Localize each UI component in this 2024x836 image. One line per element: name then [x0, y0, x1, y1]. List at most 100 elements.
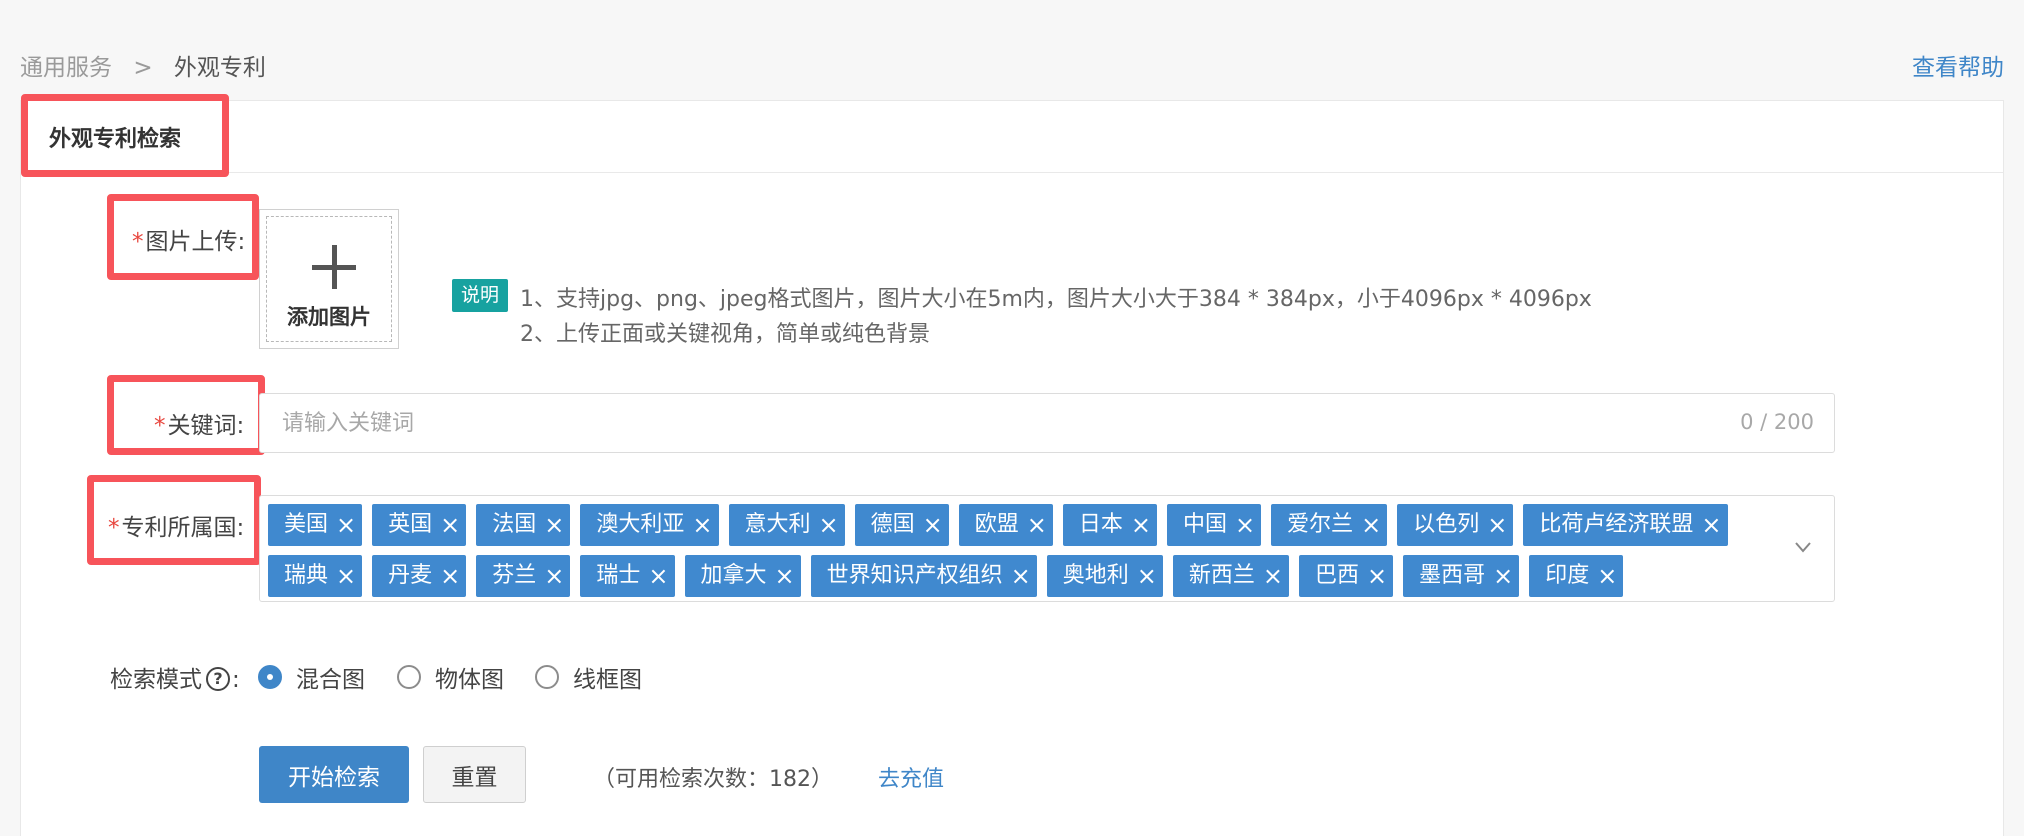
- country-tag: 新西兰 ×: [1172, 555, 1289, 597]
- country-tag: 世界知识产权组织 ×: [810, 555, 1037, 597]
- country-tag-label: 日本: [1078, 512, 1123, 537]
- country-label-text: 专利所属国: [121, 515, 237, 541]
- reset-button[interactable]: 重置: [423, 746, 526, 803]
- radio-wireframe-dot[interactable]: [535, 665, 559, 689]
- country-tag: 日本 ×: [1062, 504, 1157, 546]
- add-image-button[interactable]: 添加图片: [259, 209, 399, 349]
- remove-tag-icon[interactable]: ×: [819, 504, 839, 546]
- country-tag-label: 比荷卢经济联盟: [1539, 512, 1694, 537]
- radio-mixed[interactable]: 混合图: [258, 660, 365, 694]
- search-mode-label: 检索模式?:: [110, 660, 240, 694]
- note-line-1: 1、支持jpg、png、jpeg格式图片，图片大小在5m内，图片大小大于384 …: [520, 287, 1592, 312]
- start-search-button[interactable]: 开始检索: [259, 746, 409, 803]
- keyword-input[interactable]: [280, 394, 1680, 452]
- country-label: *专利所属国:: [108, 508, 244, 542]
- remove-tag-icon[interactable]: ×: [692, 504, 712, 546]
- country-tag: 巴西 ×: [1299, 555, 1394, 597]
- remove-tag-icon[interactable]: ×: [1597, 555, 1617, 597]
- remove-tag-icon[interactable]: ×: [775, 555, 795, 597]
- radio-object-dot[interactable]: [397, 665, 421, 689]
- remove-tag-icon[interactable]: ×: [648, 555, 668, 597]
- remove-tag-icon[interactable]: ×: [1235, 504, 1255, 546]
- country-tag-label: 法国: [492, 512, 537, 537]
- country-tag-label: 爱尔兰: [1287, 512, 1354, 537]
- label-colon: :: [237, 229, 246, 255]
- help-link[interactable]: 查看帮助: [1912, 48, 2004, 82]
- chevron-down-icon[interactable]: [1794, 538, 1812, 556]
- card-title: 外观专利检索: [49, 127, 182, 152]
- country-tag: 芬兰 ×: [476, 555, 571, 597]
- remove-tag-icon[interactable]: ×: [440, 504, 460, 546]
- remove-tag-icon[interactable]: ×: [1361, 504, 1381, 546]
- radio-wireframe-label: 线框图: [573, 667, 642, 693]
- radio-object[interactable]: 物体图: [397, 660, 504, 694]
- upload-label: *图片上传:: [132, 222, 245, 256]
- radio-mixed-label: 混合图: [296, 667, 365, 693]
- remove-tag-icon[interactable]: ×: [1367, 555, 1387, 597]
- remove-tag-icon[interactable]: ×: [1131, 504, 1151, 546]
- country-tag-label: 奥地利: [1062, 563, 1129, 588]
- remove-tag-icon[interactable]: ×: [544, 555, 564, 597]
- country-tag-label: 澳大利亚: [596, 512, 685, 537]
- country-tag: 加拿大 ×: [684, 555, 801, 597]
- country-tag: 以色列 ×: [1397, 504, 1514, 546]
- country-tag-label: 意大利: [744, 512, 811, 537]
- remove-tag-icon[interactable]: ×: [1027, 504, 1047, 546]
- country-tag: 德国 ×: [854, 504, 949, 546]
- country-tag-label: 瑞士: [596, 563, 641, 588]
- country-tag-label: 芬兰: [492, 563, 537, 588]
- card-header: 外观专利检索: [21, 101, 2003, 173]
- country-tag: 墨西哥 ×: [1403, 555, 1520, 597]
- country-tag-label: 加拿大: [700, 563, 767, 588]
- country-tag-label: 中国: [1183, 512, 1228, 537]
- country-tag-label: 新西兰: [1188, 563, 1255, 588]
- country-tag-list: 美国 × 英国 × 法国 × 澳大利亚 × 意大利 × 德国 × 欧盟 × 日本 × 中国 × 爱尔兰 × 以色列 × 比荷…: [268, 504, 1738, 597]
- country-tag: 澳大利亚 ×: [580, 504, 719, 546]
- country-multiselect[interactable]: 美国 × 英国 × 法国 × 澳大利亚 × 意大利 × 德国 × 欧盟 × 日本 × 中国 × 爱尔兰 × 以色列 × 比荷…: [259, 495, 1835, 602]
- remove-tag-icon[interactable]: ×: [1487, 504, 1507, 546]
- radio-wireframe[interactable]: 线框图: [535, 660, 642, 694]
- keyword-field[interactable]: 0 / 200: [259, 393, 1835, 453]
- country-tag-label: 欧盟: [974, 512, 1019, 537]
- country-tag: 法国 ×: [476, 504, 571, 546]
- search-quota: （可用检索次数：182）: [593, 767, 833, 792]
- remove-tag-icon[interactable]: ×: [544, 504, 564, 546]
- country-tag: 瑞典 ×: [268, 555, 363, 597]
- remove-tag-icon[interactable]: ×: [1011, 555, 1031, 597]
- country-tag-label: 英国: [388, 512, 433, 537]
- country-tag-label: 墨西哥: [1419, 563, 1486, 588]
- country-tag: 比荷卢经济联盟 ×: [1523, 504, 1728, 546]
- add-image-label: 添加图片: [287, 305, 371, 329]
- remove-tag-icon[interactable]: ×: [923, 504, 943, 546]
- breadcrumb: 通用服务 > 外观专利: [20, 48, 266, 82]
- radio-object-label: 物体图: [435, 667, 504, 693]
- remove-tag-icon[interactable]: ×: [1493, 555, 1513, 597]
- country-tag-label: 德国: [870, 512, 915, 537]
- breadcrumb-current: 外观专利: [173, 55, 266, 81]
- remove-tag-icon[interactable]: ×: [336, 504, 356, 546]
- remove-tag-icon[interactable]: ×: [1701, 504, 1721, 546]
- radio-mixed-dot[interactable]: [258, 665, 282, 689]
- remove-tag-icon[interactable]: ×: [1263, 555, 1283, 597]
- country-tag: 欧盟 ×: [958, 504, 1053, 546]
- keyword-label-text: 关键词: [167, 413, 237, 439]
- country-tag-label: 世界知识产权组织: [826, 563, 1003, 588]
- country-tag-label: 丹麦: [388, 563, 433, 588]
- help-icon[interactable]: ?: [206, 666, 230, 691]
- remove-tag-icon[interactable]: ×: [336, 555, 356, 597]
- remove-tag-icon[interactable]: ×: [1137, 555, 1157, 597]
- breadcrumb-separator: >: [133, 55, 153, 81]
- page-header: 通用服务 > 外观专利 查看帮助: [20, 38, 2004, 86]
- country-tag: 中国 ×: [1167, 504, 1262, 546]
- note-line-2: 2、上传正面或关键视角，简单或纯色背景: [520, 322, 930, 347]
- recharge-link[interactable]: 去充值: [878, 761, 944, 793]
- upload-label-text: 图片上传: [145, 229, 238, 255]
- upload-dropzone[interactable]: 添加图片: [266, 216, 392, 342]
- required-mark: *: [154, 413, 166, 439]
- breadcrumb-parent[interactable]: 通用服务: [20, 55, 112, 81]
- remove-tag-icon[interactable]: ×: [440, 555, 460, 597]
- label-colon: :: [232, 667, 240, 693]
- country-tag-label: 巴西: [1315, 563, 1360, 588]
- country-tag: 印度 ×: [1529, 555, 1624, 597]
- country-tag: 爱尔兰 ×: [1271, 504, 1388, 546]
